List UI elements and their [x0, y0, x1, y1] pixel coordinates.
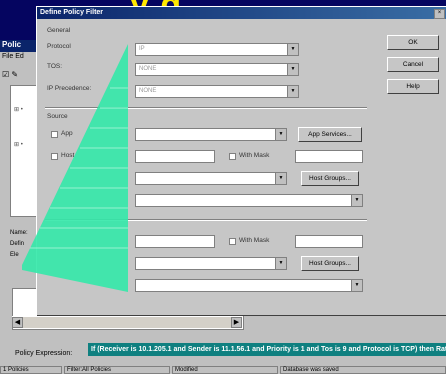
highlight-callout	[22, 44, 128, 292]
